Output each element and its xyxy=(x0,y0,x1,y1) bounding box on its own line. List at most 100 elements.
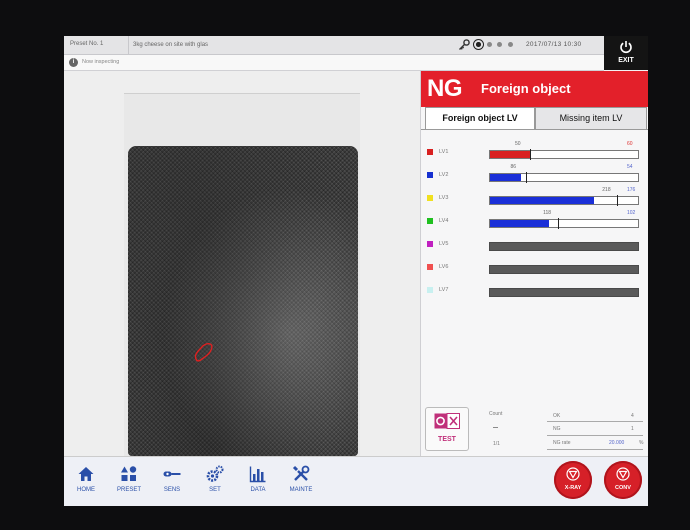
level-name: LV7 xyxy=(439,287,449,293)
count-ratio: 1/1 xyxy=(493,441,500,447)
page-dot xyxy=(486,42,492,47)
level-color-swatch xyxy=(427,241,433,247)
nav-set-label: SET xyxy=(209,487,221,493)
level-tabs: Foreign object LV Missing item LV xyxy=(421,107,648,130)
page-dot xyxy=(508,42,514,47)
level-row-lv5: LV5 xyxy=(421,233,648,253)
nav-preset-label: PRESET xyxy=(116,487,141,493)
sens-icon xyxy=(163,471,181,477)
result-reason: Foreign object xyxy=(481,81,571,96)
ng-value: 1 xyxy=(631,426,634,432)
page-indicator xyxy=(476,42,517,49)
divider xyxy=(547,435,643,436)
level-color-swatch xyxy=(427,172,433,178)
date-time: 2017/07/13 10:30 xyxy=(526,41,582,48)
level-threshold-marker xyxy=(529,149,531,160)
page-dot-active xyxy=(476,42,481,47)
level-bar-fill xyxy=(490,174,522,181)
level-bar xyxy=(489,265,639,274)
conveyor-icon xyxy=(616,467,630,481)
level-bar-fill xyxy=(490,151,530,158)
status-message: Now inspecting xyxy=(82,59,120,65)
info-icon: i xyxy=(69,58,78,67)
ng-label: NG xyxy=(553,426,561,432)
ok-value: 4 xyxy=(631,413,634,419)
level-bar xyxy=(489,288,639,297)
level-color-swatch xyxy=(427,195,433,201)
count-dash: — xyxy=(493,425,498,431)
level-bar-fill xyxy=(490,220,550,227)
nav-data[interactable]: DATA xyxy=(238,465,278,493)
power-icon xyxy=(620,41,632,54)
home-icon xyxy=(78,467,94,481)
level-color-swatch xyxy=(427,264,433,270)
nav-data-label: DATA xyxy=(250,487,266,493)
count-summary: Count — 1/1 OK 4 NG 1 NG rate 20.000 % xyxy=(481,409,647,453)
level-value: 118 xyxy=(543,210,552,216)
level-threshold: 176 xyxy=(627,187,636,193)
result-header: NG Foreign object xyxy=(421,71,648,107)
xray-label: X-RAY xyxy=(564,485,582,491)
nav-mainte[interactable]: MAINTE xyxy=(281,465,321,493)
exit-button[interactable]: EXIT xyxy=(604,36,648,70)
level-bar-fill xyxy=(490,197,594,204)
preset-number: Preset No. 1 xyxy=(70,41,104,47)
tab-missing-item-lv[interactable]: Missing item LV xyxy=(535,107,647,130)
level-threshold: 60 xyxy=(627,141,633,147)
xray-image xyxy=(128,146,358,456)
level-value: 86 xyxy=(510,164,517,170)
nav-set[interactable]: SET xyxy=(195,465,235,493)
ng-rate-value: 20.000 xyxy=(609,440,625,446)
level-color-swatch xyxy=(427,287,433,293)
tab-foreign-object-lv[interactable]: Foreign object LV xyxy=(425,107,535,129)
level-name: LV3 xyxy=(439,195,449,201)
bottom-nav: HOME PRESET SENS SET DATA MAINTE X-RAY C… xyxy=(64,456,648,506)
exit-label: EXIT xyxy=(618,57,634,64)
result-code: NG xyxy=(427,75,463,102)
level-color-swatch xyxy=(427,149,433,155)
level-row-lv2: LV2 86 54 xyxy=(421,164,648,184)
key-icon[interactable] xyxy=(458,39,470,51)
level-bar xyxy=(489,149,639,160)
nav-preset[interactable]: PRESET xyxy=(109,465,149,493)
level-name: LV1 xyxy=(439,149,449,155)
divider xyxy=(547,421,643,422)
level-threshold-marker xyxy=(617,195,619,206)
ok-label: OK xyxy=(553,413,561,419)
level-name: LV5 xyxy=(439,241,449,247)
tools-icon xyxy=(292,465,310,481)
level-bar xyxy=(489,172,639,183)
conv-button[interactable]: CONV xyxy=(604,461,642,499)
xray-button[interactable]: X-RAY xyxy=(554,461,592,499)
ng-rate-label: NG rate xyxy=(553,440,571,446)
nav-mainte-label: MAINTE xyxy=(289,487,313,493)
level-value: 50 xyxy=(514,141,521,147)
level-threshold: 54 xyxy=(627,164,633,170)
level-bar xyxy=(489,242,639,251)
level-threshold-marker xyxy=(558,218,560,229)
preset-name[interactable]: 3kg cheese on site with glas xyxy=(128,36,443,54)
divider xyxy=(547,449,643,450)
inspection-screen: Preset No. 1 3kg cheese on site with gla… xyxy=(64,36,648,506)
gears-icon xyxy=(206,465,224,482)
level-name: LV4 xyxy=(439,218,449,224)
nav-sens-label: SENS xyxy=(163,487,181,493)
count-label: Count xyxy=(489,411,503,417)
xray-icon xyxy=(566,467,580,481)
level-bar xyxy=(489,195,639,206)
level-name: LV6 xyxy=(439,264,449,270)
nav-home-label: HOME xyxy=(77,487,95,493)
level-row-lv4: LV4 118 102 xyxy=(421,210,648,230)
ng-rate-unit: % xyxy=(639,440,644,446)
nav-sens[interactable]: SENS xyxy=(152,465,192,493)
level-value: 218 xyxy=(602,187,611,193)
test-button[interactable]: TEST xyxy=(425,407,469,451)
preset-icon xyxy=(121,466,137,481)
level-row-lv1: LV1 50 60 xyxy=(421,141,648,161)
xray-image-area[interactable] xyxy=(64,71,420,456)
level-name: LV2 xyxy=(439,172,449,178)
level-bar xyxy=(489,218,639,229)
top-bar: Preset No. 1 3kg cheese on site with gla… xyxy=(64,36,604,55)
nav-home[interactable]: HOME xyxy=(66,465,106,493)
conv-label: CONV xyxy=(615,485,631,491)
